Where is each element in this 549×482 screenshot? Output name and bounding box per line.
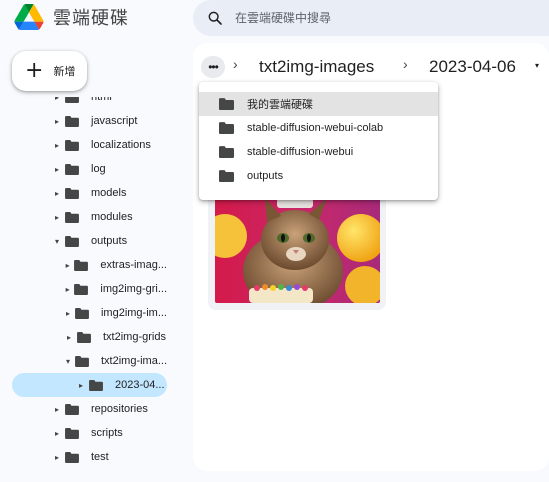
tree-item-label: test [91, 451, 109, 463]
tree-item[interactable]: ▾ txt2img-ima... [12, 349, 167, 373]
folder-icon [65, 115, 79, 127]
tree-item-label: extras-imag... [100, 259, 167, 271]
tree-item[interactable]: ▸ test [12, 445, 167, 469]
caret-right-icon[interactable]: ▸ [52, 213, 62, 222]
tree-item-label: img2img-im... [100, 307, 167, 319]
caret-right-icon[interactable]: ▸ [64, 333, 74, 342]
menu-item[interactable]: outputs [199, 164, 438, 188]
folder-icon [65, 163, 79, 175]
folder-icon [219, 122, 234, 134]
folder-icon [65, 403, 79, 415]
caret-down-icon[interactable]: ▾ [64, 357, 72, 366]
breadcrumb-chevron-icon: › [403, 56, 408, 72]
caret-right-icon[interactable]: ▸ [52, 453, 62, 462]
menu-item-label: stable-diffusion-webui [247, 146, 354, 158]
caret-right-icon[interactable]: ▸ [52, 429, 62, 438]
caret-down-icon[interactable]: ▾ [52, 237, 62, 246]
folder-icon [65, 211, 79, 223]
folder-tree: ▸ html ▸ javascript ▸ localizations ▸ log ▸ model… [0, 97, 190, 482]
tree-item[interactable]: ▸ localizations [12, 133, 167, 157]
folder-icon [65, 97, 79, 103]
caret-right-icon[interactable]: ▸ [52, 189, 62, 198]
tree-item[interactable]: ▸ javascript [12, 109, 167, 133]
breadcrumb-more-button[interactable]: ••• [201, 56, 225, 78]
google-drive-icon [14, 4, 44, 30]
caret-right-icon[interactable]: ▸ [76, 381, 86, 390]
app-title: 雲端硬碟 [53, 8, 129, 28]
tree-item[interactable]: ▸ img2img-gri... [12, 277, 167, 301]
caret-right-icon[interactable]: ▸ [64, 261, 71, 270]
tree-item[interactable]: ▸ html [12, 97, 167, 109]
folder-icon [219, 170, 234, 182]
tree-item-label: log [91, 163, 106, 175]
caret-right-icon[interactable]: ▸ [52, 405, 62, 414]
tree-item-label: html [91, 97, 112, 103]
folder-icon [75, 307, 89, 319]
plus-icon: + [25, 58, 44, 83]
caret-right-icon[interactable]: ▸ [52, 117, 62, 126]
breadcrumb-parent[interactable]: txt2img-images [259, 57, 374, 77]
tree-item-label: repositories [91, 403, 148, 415]
cat-image [215, 196, 380, 303]
folder-icon [74, 259, 89, 271]
menu-item[interactable]: 我的雲端硬碟 [199, 92, 438, 116]
caret-right-icon[interactable]: ▸ [64, 309, 72, 318]
tree-item[interactable]: ▸ repositories [12, 397, 167, 421]
tree-item[interactable]: ▸ modules [12, 205, 167, 229]
folder-icon [65, 139, 79, 151]
menu-item-label: outputs [247, 170, 284, 182]
folder-icon [65, 235, 79, 247]
menu-item[interactable]: stable-diffusion-webui-colab [199, 116, 438, 140]
search-icon[interactable] [207, 10, 223, 26]
breadcrumb-dropdown-menu: 我的雲端硬碟 stable-diffusion-webui-colab stable… [199, 82, 438, 200]
tree-item[interactable]: ▸ extras-imag... [12, 253, 167, 277]
caret-right-icon[interactable]: ▸ [52, 141, 62, 150]
folder-icon [89, 379, 103, 391]
tree-item[interactable]: ▸ 2023-04... [12, 373, 167, 397]
tree-item-label: models [91, 187, 127, 199]
folder-icon [65, 187, 79, 199]
search-input[interactable] [235, 11, 535, 25]
folder-icon [75, 355, 89, 367]
tree-item-label: outputs [91, 235, 128, 247]
tree-item-label: txt2img-ima... [100, 355, 167, 367]
menu-item[interactable]: stable-diffusion-webui [199, 140, 438, 164]
folder-icon [219, 146, 234, 158]
folder-icon [77, 331, 91, 343]
tree-item[interactable]: ▸ scripts [12, 421, 167, 445]
tree-item[interactable]: ▸ img2img-im... [12, 301, 167, 325]
chevron-down-icon[interactable]: ▾ [535, 61, 539, 70]
image-thumbnail[interactable] [215, 196, 380, 303]
tree-item-label: javascript [91, 115, 138, 127]
tree-item-label: scripts [91, 427, 123, 439]
tree-item-label: modules [91, 211, 133, 223]
menu-item-label: stable-diffusion-webui-colab [247, 122, 384, 134]
folder-icon [65, 427, 79, 439]
caret-right-icon[interactable]: ▸ [52, 165, 62, 174]
menu-item-label: 我的雲端硬碟 [247, 99, 313, 111]
tree-item-label: txt2img-grids [103, 331, 166, 343]
tree-item[interactable]: ▸ models [12, 181, 167, 205]
search-bar[interactable] [193, 0, 549, 36]
folder-icon [74, 283, 89, 295]
folder-icon [219, 98, 234, 110]
tree-item-label: 2023-04... [115, 379, 165, 391]
breadcrumb-current[interactable]: 2023-04-06 [429, 57, 516, 77]
tree-item[interactable]: ▸ log [12, 157, 167, 181]
new-button-label: 新增 [53, 66, 76, 78]
tree-item-label: img2img-gri... [100, 283, 167, 295]
new-button[interactable]: + 新增 [12, 51, 87, 91]
drive-logo[interactable]: 雲端硬碟 [14, 4, 129, 30]
caret-right-icon[interactable]: ▸ [64, 285, 71, 294]
caret-right-icon[interactable]: ▸ [52, 97, 62, 102]
tree-item[interactable]: ▸ txt2img-grids [12, 325, 167, 349]
tree-item-label: localizations [91, 139, 151, 151]
breadcrumb-chevron-icon: › [233, 56, 238, 72]
tree-item[interactable]: ▾ outputs [12, 229, 167, 253]
folder-icon [65, 451, 79, 463]
